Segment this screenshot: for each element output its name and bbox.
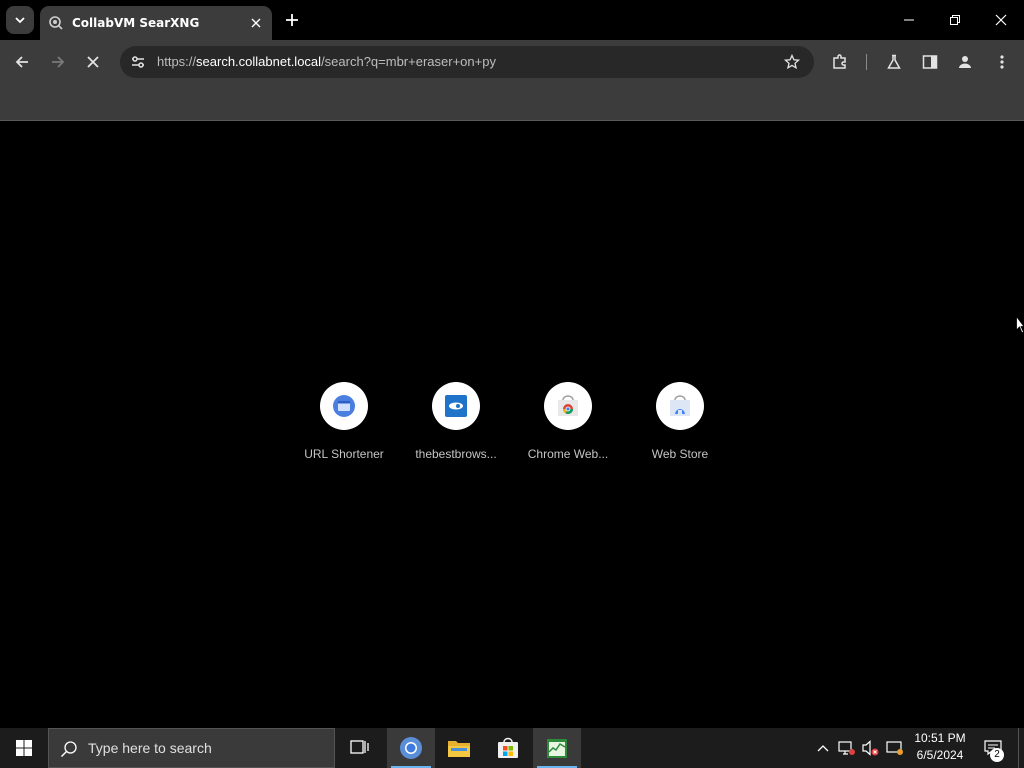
display-status-button[interactable] bbox=[884, 728, 906, 768]
close-icon bbox=[995, 14, 1007, 26]
tab-search-button[interactable] bbox=[6, 6, 34, 34]
speaker-muted-icon bbox=[862, 740, 879, 756]
browser-tab[interactable]: CollabVM SearXNG bbox=[40, 6, 272, 40]
shortcut-tile[interactable]: Web Store bbox=[630, 382, 730, 461]
minimize-button[interactable] bbox=[886, 0, 932, 40]
close-icon bbox=[251, 18, 261, 28]
mouse-cursor bbox=[1016, 316, 1024, 334]
network-icon bbox=[838, 741, 855, 755]
tab-title: CollabVM SearXNG bbox=[72, 16, 200, 30]
bookmark-star-button[interactable] bbox=[782, 52, 802, 72]
tab-strip: CollabVM SearXNG bbox=[0, 0, 1024, 40]
flask-icon bbox=[887, 54, 901, 69]
extensions-button[interactable] bbox=[826, 48, 854, 76]
store-icon bbox=[498, 737, 518, 758]
taskbar-app-task-manager[interactable] bbox=[533, 728, 581, 768]
shortcut-label: URL Shortener bbox=[304, 447, 384, 461]
network-status-button[interactable] bbox=[836, 728, 858, 768]
labs-button[interactable] bbox=[880, 48, 908, 76]
url-host: search.collabnet.local bbox=[196, 54, 322, 69]
url-scheme: https:// bbox=[157, 54, 197, 69]
search-placeholder: Type here to search bbox=[88, 740, 212, 756]
chevron-up-icon bbox=[817, 745, 829, 752]
folder-icon bbox=[448, 741, 470, 757]
taskbar-search-box[interactable]: Type here to search bbox=[48, 728, 335, 768]
clock-time: 10:51 PM bbox=[914, 731, 966, 745]
windows-logo-icon bbox=[16, 740, 32, 756]
shortcut-icon-circle bbox=[656, 382, 704, 430]
site-info-icon[interactable] bbox=[128, 52, 148, 72]
back-button[interactable] bbox=[8, 48, 36, 76]
chrome-icon bbox=[400, 737, 422, 759]
restore-icon bbox=[950, 15, 960, 25]
more-vertical-icon bbox=[1000, 55, 1004, 69]
arrow-left-icon bbox=[15, 56, 28, 68]
bookmarks-bar bbox=[0, 84, 1024, 121]
clock-date: 6/5/2024 bbox=[916, 748, 964, 762]
close-window-button[interactable] bbox=[978, 0, 1024, 40]
web-store-icon bbox=[670, 395, 690, 416]
task-view-icon bbox=[350, 740, 369, 754]
display-icon bbox=[886, 741, 903, 755]
shortcut-tile[interactable]: Chrome Web... bbox=[518, 382, 618, 461]
puzzle-icon bbox=[833, 54, 846, 69]
task-view-button[interactable] bbox=[336, 728, 384, 768]
notification-badge: 2 bbox=[990, 748, 1004, 762]
url-path: /search?q=mbr+eraser+on+py bbox=[321, 54, 496, 69]
close-tab-button[interactable] bbox=[246, 13, 266, 33]
shortcut-tile[interactable]: thebestbrows... bbox=[406, 382, 506, 461]
shortcut-label: Chrome Web... bbox=[527, 447, 609, 461]
profile-button[interactable] bbox=[951, 48, 979, 76]
taskbar-clock[interactable]: 10:51 PM 6/5/2024 bbox=[908, 730, 972, 766]
side-panel-icon bbox=[922, 55, 938, 69]
minimize-icon bbox=[904, 19, 914, 21]
forward-button[interactable] bbox=[44, 48, 72, 76]
taskbar: Type here to search 10:51 PM 6/5/2024 2 bbox=[0, 728, 1024, 768]
restore-button[interactable] bbox=[932, 0, 978, 40]
searxng-icon bbox=[48, 15, 64, 31]
url-text[interactable]: https://search.collabnet.local/search?q=… bbox=[157, 54, 496, 69]
volume-button[interactable] bbox=[860, 728, 882, 768]
shortcut-label: thebestbrows... bbox=[415, 447, 497, 461]
show-desktop-button[interactable] bbox=[1018, 728, 1024, 768]
search-icon bbox=[59, 739, 79, 759]
toolbar-divider bbox=[866, 54, 867, 70]
show-hidden-icons-button[interactable] bbox=[814, 728, 832, 768]
star-icon bbox=[784, 54, 800, 70]
task-manager-icon bbox=[547, 739, 567, 758]
stop-loading-button[interactable] bbox=[79, 48, 107, 76]
start-button[interactable] bbox=[0, 728, 48, 768]
chrome-web-store-icon bbox=[558, 395, 578, 416]
shortcut-icon-circle bbox=[544, 382, 592, 430]
taskbar-app-file-explorer[interactable] bbox=[435, 728, 483, 768]
shortcut-icon-circle bbox=[320, 382, 368, 430]
url-shortener-icon bbox=[333, 395, 355, 417]
taskbar-app-store[interactable] bbox=[484, 728, 532, 768]
arrow-right-icon bbox=[52, 56, 65, 68]
chevron-down-icon bbox=[15, 17, 25, 24]
new-tab-page: URL Shortener thebestbrows... Chrome Web… bbox=[0, 121, 1024, 728]
close-icon bbox=[87, 56, 99, 68]
person-icon bbox=[959, 56, 971, 68]
shortcut-label: Web Store bbox=[651, 447, 709, 461]
taskbar-app-chrome[interactable] bbox=[387, 728, 435, 768]
plus-icon bbox=[286, 14, 298, 26]
browser-toolbar: https://search.collabnet.local/search?q=… bbox=[0, 40, 1024, 84]
menu-button[interactable] bbox=[988, 48, 1016, 76]
shortcut-tile[interactable]: URL Shortener bbox=[294, 382, 394, 461]
address-bar[interactable]: https://search.collabnet.local/search?q=… bbox=[120, 46, 814, 78]
new-tab-button[interactable] bbox=[280, 8, 304, 32]
thebestbrowser-icon bbox=[445, 395, 467, 417]
shortcut-icon-circle bbox=[432, 382, 480, 430]
side-panel-button[interactable] bbox=[916, 48, 944, 76]
